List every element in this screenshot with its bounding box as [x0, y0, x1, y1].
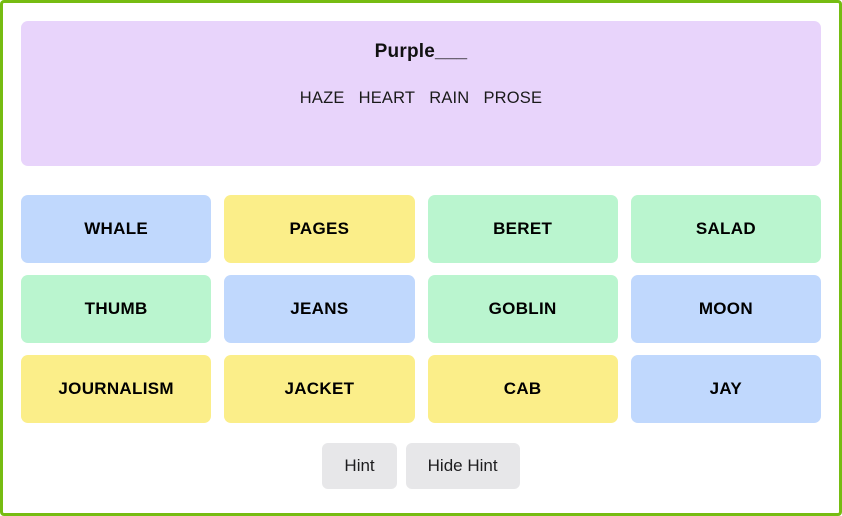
word-tile[interactable]: WHALE — [21, 195, 212, 263]
word-tile-grid: WHALE PAGES BERET SALAD THUMB JEANS GOBLIN MOON… — [21, 195, 821, 423]
word-tile[interactable]: JEANS — [224, 275, 415, 343]
word-tile[interactable]: PAGES — [224, 195, 415, 263]
word-tile[interactable]: JOURNALISM — [21, 355, 212, 423]
word-tile[interactable]: MOON — [630, 275, 821, 343]
hint-button[interactable]: Hint — [322, 443, 397, 489]
word-tile[interactable]: JAY — [630, 355, 821, 423]
word-tile[interactable]: GOBLIN — [427, 275, 618, 343]
control-button-row: Hint Hide Hint — [322, 443, 520, 489]
word-tile[interactable]: SALAD — [630, 195, 821, 263]
puzzle-app: Purple___ HAZE HEART RAIN PROSE WHALE PAGES B… — [0, 0, 842, 516]
hint-word: PROSE — [483, 89, 543, 107]
word-tile[interactable]: THUMB — [21, 275, 212, 343]
word-tile[interactable]: JACKET — [224, 355, 415, 423]
hide-hint-button[interactable]: Hide Hint — [405, 443, 520, 489]
hint-title: Purple___ — [374, 41, 468, 62]
word-tile[interactable]: BERET — [427, 195, 618, 263]
word-tile[interactable]: CAB — [427, 355, 618, 423]
hint-word: HEART — [358, 89, 416, 107]
hint-word: RAIN — [429, 89, 470, 107]
hint-banner: Purple___ HAZE HEART RAIN PROSE — [21, 21, 821, 166]
hint-word-list: HAZE HEART RAIN PROSE — [21, 88, 821, 108]
hint-word: HAZE — [299, 89, 345, 107]
